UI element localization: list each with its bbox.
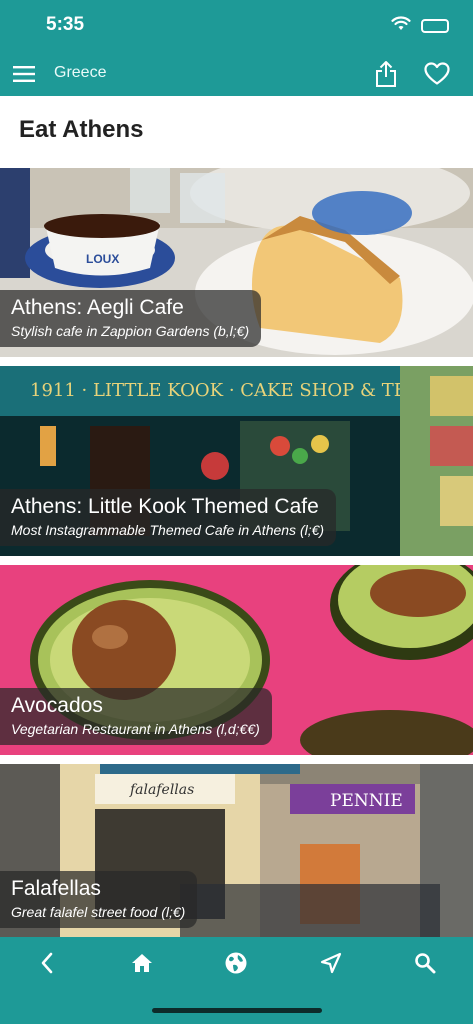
page-title: Eat Athens <box>19 116 144 143</box>
card-caption: Avocados Vegetarian Restaurant in Athens… <box>0 688 272 745</box>
card-caption: Athens: Aegli Cafe Stylish cafe in Zappi… <box>0 290 262 347</box>
place-card-avocados[interactable]: Avocados Vegetarian Restaurant in Athens… <box>0 565 473 755</box>
falafellas-sign: falafellas <box>129 782 194 798</box>
svg-text:LOUX: LOUX <box>86 252 119 266</box>
battery-icon <box>421 18 449 33</box>
card-subtitle: Most Instagrammable Themed Cafe in Athen… <box>11 522 325 538</box>
navigation-bar: Greece <box>0 52 473 96</box>
status-icons <box>391 16 449 35</box>
card-title: Avocados <box>11 694 103 717</box>
card-title: Athens: Little Kook Themed Cafe <box>11 495 319 518</box>
heart-icon[interactable] <box>423 60 451 88</box>
home-icon[interactable] <box>127 949 157 977</box>
share-icon[interactable] <box>372 58 400 90</box>
place-card-little-kook[interactable]: 1911 · LITTLE KOOK · CAKE SHOP & TEA HOU… <box>0 366 473 556</box>
status-time: 5:35 <box>46 14 85 35</box>
wifi-icon <box>391 16 411 35</box>
hamburger-menu-icon[interactable] <box>10 60 38 88</box>
nav-title: Greece <box>54 64 107 81</box>
search-icon[interactable] <box>410 949 440 977</box>
card-title: Athens: Aegli Cafe <box>11 296 184 319</box>
card-title: Falafellas <box>11 877 101 900</box>
card-caption: Falafellas Great falafel street food (l;… <box>0 871 198 928</box>
home-indicator[interactable] <box>152 1008 322 1013</box>
card-subtitle: Vegetarian Restaurant in Athens (l,d;€€) <box>11 721 260 737</box>
location-arrow-icon[interactable] <box>316 949 346 977</box>
place-card-falafellas[interactable]: falafellas PENNIE Falafellas Great falaf… <box>0 764 473 938</box>
pennie-sign: PENNIE <box>330 791 403 811</box>
card-caption: Athens: Little Kook Themed Cafe Most Ins… <box>0 489 337 546</box>
card-subtitle: Stylish cafe in Zappion Gardens (b,l;€) <box>11 323 250 339</box>
status-bar: 5:35 <box>0 0 473 52</box>
place-card-aegli-cafe[interactable]: LOUX Athens: Aegli Cafe Stylish cafe in … <box>0 168 473 357</box>
globe-icon[interactable] <box>221 949 251 977</box>
back-icon[interactable] <box>32 949 62 977</box>
card-subtitle: Great falafel street food (l;€) <box>11 904 186 920</box>
